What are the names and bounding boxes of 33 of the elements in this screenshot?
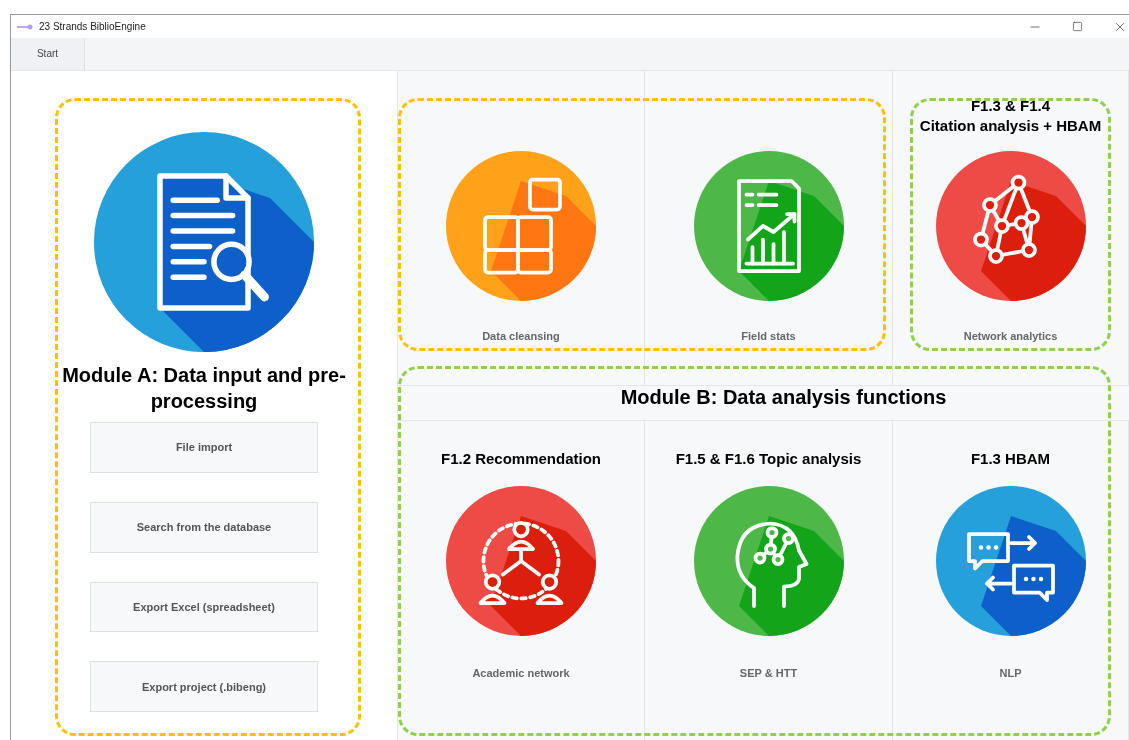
head-network-icon[interactable]: [693, 486, 844, 636]
module-tile[interactable]: F1.3 HBAM NLP: [893, 421, 1129, 740]
tile-label: Field stats: [741, 330, 796, 342]
module-tile[interactable]: Field stats: [645, 71, 893, 386]
annotation-text: F1.5 & F1.6 Topic analysis: [675, 448, 862, 469]
window-title: 23 Strands BiblioEngine: [39, 21, 146, 32]
module-heading: Module B: Data analysis functions: [620, 386, 947, 409]
tile-label: NLP: [999, 667, 1022, 679]
module-tile[interactable]: Data cleansing: [398, 71, 645, 386]
tile-label: Network analytics: [963, 330, 1058, 342]
module-tile[interactable]: F1.3 & F1.4 Citation analysis + HBAM Network analytics: [893, 71, 1129, 386]
module-tile[interactable]: F1.2 Recommendation Academic network: [398, 421, 645, 740]
maximize-icon[interactable]: [1072, 21, 1083, 32]
action-button[interactable]: Export Excel (spreadsheet): [90, 581, 318, 633]
action-button[interactable]: Search from the database: [90, 501, 318, 553]
annotation-text: F1.3 HBAM: [970, 448, 1051, 469]
key-icon: [17, 23, 33, 30]
people-network-icon[interactable]: [446, 486, 596, 636]
chat-bubbles-icon[interactable]: [935, 486, 1086, 636]
annotation-text: F1.3 & F1.4: [970, 96, 1051, 116]
report-chart-icon[interactable]: [693, 151, 844, 301]
annotation-text: F1.2 Recommendation: [440, 448, 601, 469]
tab[interactable]: Start: [11, 38, 85, 70]
action-button[interactable]: File import: [90, 422, 318, 473]
module-tile[interactable]: F1.5 & F1.6 Topic analysis SEP & HTT: [645, 421, 893, 740]
network-graph-icon[interactable]: [935, 151, 1086, 301]
module-heading: Module A: Data input and pre-processing: [61, 363, 347, 415]
tile-label: Data cleansing: [482, 330, 560, 342]
annotation-text: Citation analysis + HBAM: [919, 116, 1102, 136]
tile-label: SEP & HTT: [739, 667, 798, 679]
document-search-icon[interactable]: [91, 132, 317, 353]
action-button[interactable]: Export project (.bibeng): [90, 661, 318, 712]
tile-label: Academic network: [472, 667, 570, 679]
